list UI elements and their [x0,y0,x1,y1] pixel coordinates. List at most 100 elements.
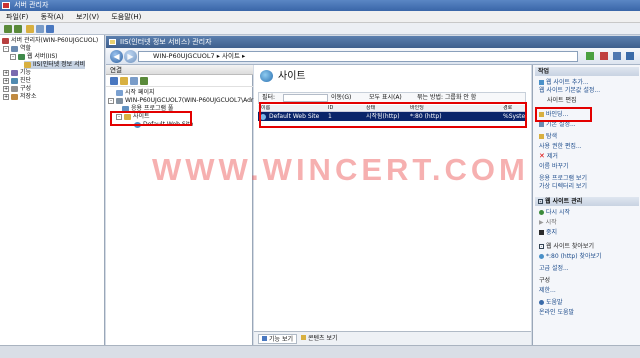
basic-settings-icon [539,122,544,127]
delete-connection-icon[interactable] [140,77,148,85]
col-status[interactable]: 상태 [366,105,375,112]
action-advanced-settings[interactable]: 고급 설정... [539,265,569,273]
restart-icon [539,210,544,215]
cell-site-path: %Syster [503,113,525,120]
action-browse-80[interactable]: *:80 (http) 찾아보기 [539,253,602,261]
forward-arrow-icon[interactable]: ▶ [124,50,137,63]
iis-icon [24,61,31,68]
menu-view[interactable]: 보기(V) [76,13,99,21]
tree-item-storage[interactable]: + 저장소 [3,93,37,101]
connect-icon[interactable] [110,77,118,85]
diagnostics-icon [11,77,18,84]
content-view-icon [301,335,306,340]
action-remove[interactable]: ✕ 제거 [539,153,558,161]
conn-item-server[interactable]: - WIN-P60UJGCUOL7(WIN-P60UJGCUOL7\Adr [108,97,253,105]
tree-item-roles[interactable]: - 역할 [3,45,31,53]
action-help[interactable]: 도움말 [539,299,563,307]
action-explore[interactable]: 탐색 [539,133,557,141]
action-view-applications[interactable]: 응용 프로그램 보기 [539,175,587,183]
browse-globe-icon [539,254,544,259]
cell-site-id: 1 [328,113,332,120]
home-icon[interactable] [612,52,621,60]
back-icon[interactable] [4,25,12,33]
up-level-icon[interactable] [130,77,138,85]
collapse-icon[interactable]: - [538,199,543,204]
action-restart[interactable]: 다시 시작 [539,209,570,217]
add-website-icon [539,80,544,85]
navigation-bar: ◀ ▶ WIN-P60UJGCUOL7 ▸ 사이트 ▸ [106,48,640,65]
menu-action[interactable]: 동작(A) [41,13,64,21]
action-view-virtual-dirs[interactable]: 가상 디렉터리 보기 [539,183,587,191]
window-title: 서버 관리자 [14,1,49,9]
iis-title-icon [109,39,116,45]
conn-item-app-pools[interactable]: 응용 프로그램 풀 [122,105,173,113]
tree-item-web-server[interactable]: -웹 서버(IIS) [10,53,58,61]
help-icon[interactable] [46,25,54,33]
action-limits[interactable]: 제한... [539,287,556,295]
filter-label: 필터: [262,94,276,101]
col-id[interactable]: ID [328,105,333,112]
manage-website-header: -웹 사이트 관리 [535,197,639,206]
action-rename[interactable]: 이름 바꾸기 [539,163,569,171]
features-view-icon [262,336,267,341]
save-connections-icon[interactable] [120,77,128,85]
folder-icon[interactable] [26,25,34,33]
action-basic-settings[interactable]: 기본 설정... [539,121,576,129]
action-edit-permissions[interactable]: 사용 권한 편집... [539,143,582,151]
action-website-defaults[interactable]: 웹 사이트 기본값 설정... [539,87,600,95]
action-add-website[interactable]: 웹 사이트 추가... [539,79,589,87]
help-question-icon[interactable] [626,52,634,60]
conn-item-default-web-site[interactable]: Default Web Site [134,121,193,129]
browse-collapse-icon[interactable]: - [539,244,544,249]
globe-icon [134,121,141,128]
stop-square-icon [539,230,544,235]
back-arrow-icon[interactable]: ◀ [110,50,123,63]
configuration-icon [11,85,18,92]
actions-pane: 작업 웹 사이트 추가... 웹 사이트 기본값 설정... 사이트 편집 바인… [532,65,640,345]
action-online-help[interactable]: 온라인 도움말 [539,309,574,317]
properties-icon[interactable] [36,25,44,33]
sites-folder-icon [124,113,131,120]
tree-item-diagnostics[interactable]: + 진단 [3,77,31,85]
tab-content-view[interactable]: 콘텐츠 보기 [298,334,341,344]
nav-tools [583,52,634,61]
toolbar [0,23,640,35]
col-binding[interactable]: 바인딩 [410,105,424,112]
group-by-dropdown[interactable]: 묶는 방법: 그룹화 안 함 [417,93,476,103]
conn-item-start-page[interactable]: 시작 페이지 [116,89,155,97]
app-pools-icon [122,105,129,112]
tree-item-features[interactable]: + 기능 [3,69,31,77]
action-stop[interactable]: 중지 [539,229,557,237]
forward-icon[interactable] [14,25,22,33]
tree-item-iis-manager[interactable]: IIS(인터넷 정보 서비 [24,61,86,69]
browse-website-header: -웹 사이트 찾아보기 [539,243,594,250]
col-path[interactable]: 경로 [503,105,512,112]
cell-site-binding: *:80 (http) [410,113,442,120]
iis-manager-titlebar: IIS(인터넷 정보 서비스) 관리자 [106,36,640,48]
sites-heading: 사이트 [260,70,306,84]
menu-help[interactable]: 도움말(H) [111,13,141,21]
explore-icon [539,134,544,139]
filter-input[interactable] [283,94,328,102]
cell-site-name: Default Web Site [269,113,320,120]
table-row[interactable]: Default Web Site 1 시작됨(http) *:80 (http)… [258,112,526,121]
cell-site-status: 시작됨(http) [366,113,400,120]
show-all-button[interactable]: 모두 표시(A) [369,93,402,103]
address-bar[interactable]: WIN-P60UJGCUOL7 ▸ 사이트 ▸ [138,51,578,62]
tree-item-server-manager[interactable]: 서버 관리자(WIN-P60UJGCUOL) [2,37,98,45]
menu-file[interactable]: 파일(F) [6,13,28,21]
col-name[interactable]: 이름 [261,105,270,112]
conn-item-sites[interactable]: - 사이트 [116,113,150,121]
help-circle-icon [539,300,544,305]
action-start[interactable]: ▶ 시작 [539,219,557,227]
tree-item-configuration[interactable]: + 구성 [3,85,31,93]
action-bindings[interactable]: 바인딩... [539,111,568,119]
go-button[interactable]: 이동(G) [331,93,351,103]
server-manager-tree: 서버 관리자(WIN-P60UJGCUOL) - 역할 -웹 서버(IIS) II… [0,35,105,345]
refresh-icon[interactable] [586,52,595,60]
stop-icon[interactable] [599,52,608,60]
start-page-icon [116,89,123,96]
tab-features-view[interactable]: 기능 보기 [258,334,297,344]
bindings-icon [539,112,544,117]
web-server-icon [18,53,25,60]
